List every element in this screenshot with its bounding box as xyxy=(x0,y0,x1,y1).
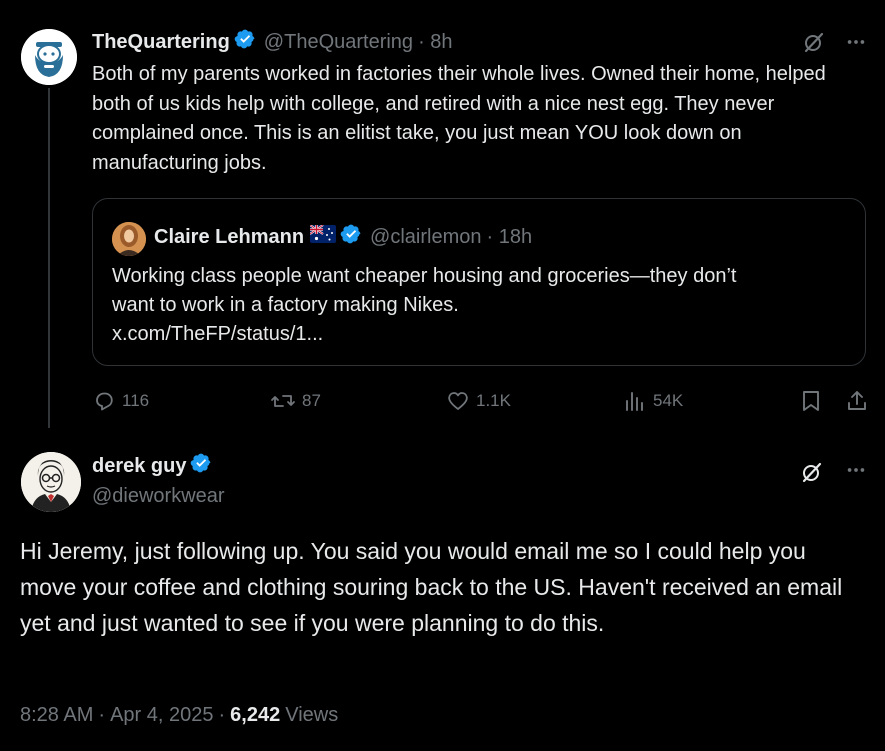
tweet2-name-row: derek guy xyxy=(92,453,212,479)
grok-icon[interactable] xyxy=(800,28,828,56)
tweet-date[interactable]: Apr 4, 2025 xyxy=(110,704,213,727)
views-button[interactable]: 54K xyxy=(623,388,683,414)
quote-link[interactable]: x.com/TheFP/status/1... xyxy=(112,320,323,350)
quote-time: · 18h xyxy=(486,225,533,248)
separator-dot: · xyxy=(98,703,106,726)
verified-badge-icon xyxy=(234,28,256,56)
woman-avatar-icon xyxy=(112,222,146,256)
quote-text-line-2: want to work in a factory making Nikes. xyxy=(112,294,459,316)
avatar[interactable] xyxy=(21,29,77,85)
like-count: 1.1K xyxy=(476,391,511,410)
bearded-man-avatar-icon xyxy=(21,29,77,85)
reply-button[interactable]: 116 xyxy=(92,388,149,414)
tweet1-header: TheQuartering @TheQuartering · 8h xyxy=(92,29,453,55)
views-count: 54K xyxy=(653,391,684,410)
heart-icon xyxy=(448,392,468,410)
repost-icon xyxy=(271,395,295,407)
verified-badge-icon xyxy=(190,452,212,480)
author-handle[interactable]: @TheQuartering xyxy=(264,31,413,54)
reply-count: 116 xyxy=(122,391,150,410)
tweet2-text: Hi Jeremy, just following up. You said y… xyxy=(20,538,843,636)
tweet-meta: 8:28 AM · Apr 4, 2025 · 6,242 Views xyxy=(20,702,338,728)
share-icon xyxy=(848,391,866,410)
avatar xyxy=(112,222,146,256)
avatar[interactable] xyxy=(21,452,81,512)
grok-icon[interactable] xyxy=(798,458,826,486)
tweet-time[interactable]: 8:28 AM xyxy=(20,704,93,727)
quote-author-handle: @clairlemon xyxy=(370,225,482,248)
analytics-icon xyxy=(626,392,643,411)
views-count: 6,242 xyxy=(230,703,281,726)
bookmark-button[interactable] xyxy=(797,387,825,415)
views-label: Views xyxy=(285,703,339,726)
author-name[interactable]: derek guy xyxy=(92,455,186,478)
repost-count: 87 xyxy=(302,391,321,410)
quote-text-line-1: Working class people want cheaper housin… xyxy=(112,265,737,287)
thread-connector xyxy=(48,88,50,428)
quote-author-name: Claire Lehmann xyxy=(154,225,305,248)
separator-dot: · xyxy=(218,703,226,726)
author-name[interactable]: TheQuartering xyxy=(92,31,230,54)
tweet1-text: Both of my parents worked in factories t… xyxy=(92,63,826,174)
author-handle[interactable]: @dieworkwear xyxy=(92,483,225,509)
quoted-tweet[interactable]: Claire Lehmann @clairlemon · 18h Working… xyxy=(92,198,866,366)
quote-header: Claire Lehmann @clairlemon · 18h xyxy=(154,223,532,251)
australia-flag-icon xyxy=(309,224,337,249)
share-button[interactable] xyxy=(843,387,871,415)
repost-button[interactable]: 87 xyxy=(270,388,321,414)
like-button[interactable]: 1.1K xyxy=(446,388,511,414)
reply-icon xyxy=(96,392,113,411)
more-options-icon[interactable] xyxy=(842,28,870,56)
verified-badge-icon xyxy=(340,223,362,251)
illustrated-man-avatar-icon xyxy=(21,452,81,512)
tweet-time[interactable]: · 8h xyxy=(418,31,452,54)
more-options-icon[interactable] xyxy=(842,456,870,484)
bookmark-icon xyxy=(803,391,819,411)
